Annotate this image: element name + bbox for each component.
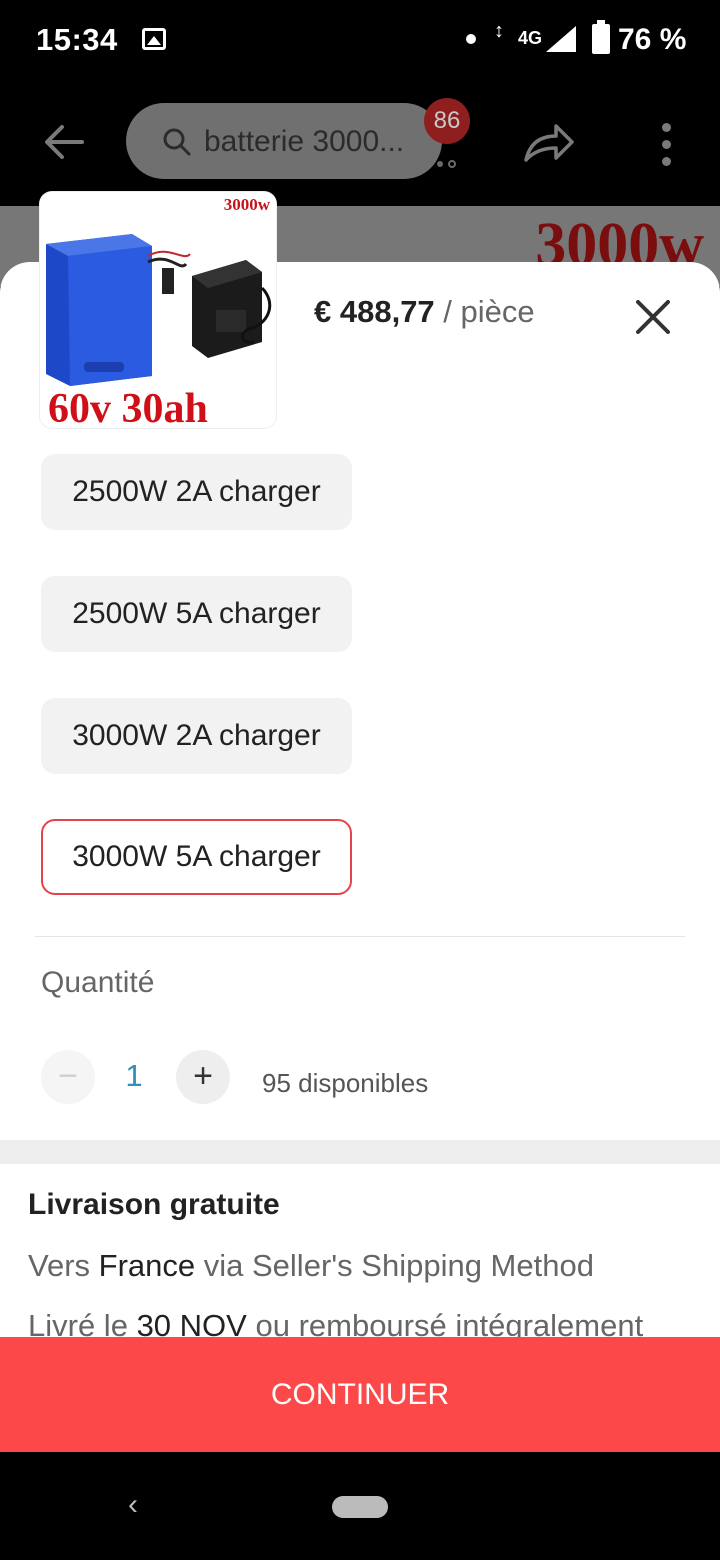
notification-dot-icon <box>466 34 476 44</box>
sku-selector-sheet: € 488,77 / pièce 2500W 2A charger 2500W … <box>0 262 720 1452</box>
section-separator <box>0 1140 720 1164</box>
image-icon <box>142 28 166 50</box>
data-arrows-icon: ↕ <box>494 20 504 42</box>
network-type: 4G <box>518 28 543 48</box>
battery-icon <box>592 20 610 54</box>
stock-available: 95 disponibles <box>262 1068 429 1098</box>
quantity-decrease-button[interactable]: − <box>41 1050 95 1104</box>
shipping-method: via Seller's Shipping Method <box>203 1248 594 1283</box>
divider <box>35 936 685 937</box>
signal-icon <box>546 26 576 52</box>
cart-count-badge: 86 <box>424 98 470 144</box>
status-bar: 15:34 ↕ 4G 76 % <box>0 0 720 82</box>
battery-percent: 76 % <box>618 23 687 56</box>
quantity-value[interactable]: 1 <box>118 1058 150 1094</box>
search-bar[interactable]: batterie 3000... <box>126 103 442 179</box>
product-thumbnail[interactable]: 3000w 60v 30ah <box>40 192 276 428</box>
thumb-top-label: 3000w <box>224 195 271 214</box>
shipping-destination[interactable]: Vers France via Seller's Shipping Method <box>28 1248 594 1284</box>
more-vertical-icon[interactable] <box>656 120 676 170</box>
shipping-title: Livraison gratuite <box>28 1188 280 1221</box>
close-icon[interactable] <box>632 296 674 338</box>
status-time: 15:34 <box>36 22 118 57</box>
shipping-country: France <box>98 1248 196 1283</box>
search-icon <box>162 127 192 157</box>
quantity-increase-button[interactable]: + <box>176 1050 230 1104</box>
back-arrow-icon[interactable] <box>40 118 88 166</box>
option-2500w-2a[interactable]: 2500W 2A charger <box>41 454 352 530</box>
price: € 488,77 / pièce <box>314 294 535 330</box>
option-2500w-5a[interactable]: 2500W 5A charger <box>41 576 352 652</box>
share-icon[interactable] <box>520 120 576 168</box>
app-header: batterie 3000... 86 <box>0 82 720 206</box>
option-3000w-5a-selected[interactable]: 3000W 5A charger <box>41 819 352 895</box>
thumb-bottom-label: 60v 30ah <box>48 386 208 428</box>
continue-button[interactable]: CONTINUER <box>0 1337 720 1452</box>
system-nav-bar: ‹ <box>0 1452 720 1560</box>
nav-home-pill[interactable] <box>332 1496 388 1518</box>
shipping-to-prefix: Vers <box>28 1248 91 1283</box>
price-unit: / pièce <box>443 294 535 329</box>
price-value: € 488,77 <box>314 294 435 329</box>
nav-back-icon[interactable]: ‹ <box>128 1488 138 1522</box>
quantity-label: Quantité <box>41 966 155 999</box>
search-query: batterie 3000... <box>204 125 405 158</box>
option-3000w-2a[interactable]: 3000W 2A charger <box>41 698 352 774</box>
